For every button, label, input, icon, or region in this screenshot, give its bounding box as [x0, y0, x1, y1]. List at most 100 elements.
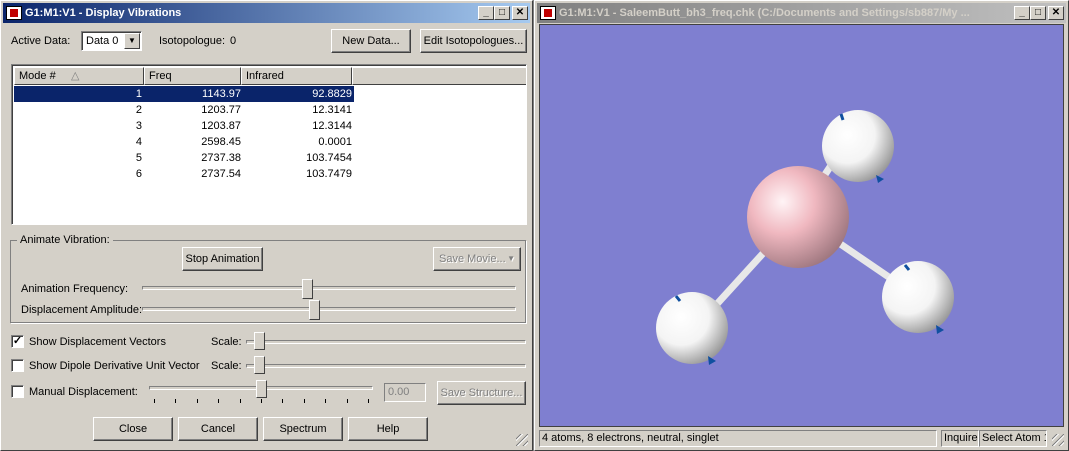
chevron-down-icon[interactable]: ▼ — [124, 33, 140, 49]
isotopologue-label: Isotopologue: — [159, 35, 226, 47]
slider-tick — [261, 399, 262, 403]
maximize-icon[interactable]: □ — [494, 6, 510, 20]
close-button[interactable]: Close — [93, 417, 173, 441]
freq-cell: 2598.45 — [201, 136, 241, 148]
show-displacement-label: Show Displacement Vectors — [29, 336, 166, 348]
column-header-blank — [352, 67, 526, 85]
close-icon[interactable]: ✕ — [512, 6, 528, 20]
displacement-scale-slider[interactable] — [246, 340, 526, 344]
infrared-cell: 0.0001 — [318, 136, 352, 148]
mode-cell: 6 — [135, 168, 142, 180]
stop-animation-button[interactable]: Stop Animation — [182, 247, 263, 271]
table-row[interactable]: 4 2598.45 0.0001 — [14, 134, 354, 150]
sort-triangle-icon: △ — [71, 70, 80, 82]
column-header-mode-label: Mode # — [19, 70, 56, 82]
dipole-scale-label: Scale: — [211, 360, 242, 372]
help-button[interactable]: Help — [348, 417, 428, 441]
table-row[interactable]: 6 2737.54 103.7479 — [14, 166, 354, 182]
edit-isotopologues-button[interactable]: Edit Isotopologues... — [420, 29, 527, 53]
molecule-canvas[interactable] — [540, 25, 1064, 427]
display-vibrations-window: G1:M1:V1 - Display Vibrations _ □ ✕ Acti… — [0, 0, 533, 451]
infrared-cell: 92.8829 — [312, 88, 352, 100]
displacement-amplitude-slider[interactable] — [142, 307, 516, 311]
show-dipole-checkbox[interactable] — [11, 359, 24, 372]
displacement-scale-label: Scale: — [211, 336, 242, 348]
hydrogen-atom[interactable] — [822, 110, 894, 182]
animation-frequency-label: Animation Frequency: — [21, 283, 128, 295]
close-icon[interactable]: ✕ — [1048, 6, 1064, 20]
slider-tick — [175, 399, 177, 403]
slider-tick — [282, 399, 284, 403]
show-displacement-checkbox[interactable]: ✓ — [11, 335, 24, 348]
inquire-status: Inquire — [941, 430, 979, 447]
column-header-infrared[interactable]: Infrared — [241, 67, 352, 85]
manual-displacement-slider-thumb[interactable] — [255, 380, 267, 398]
title-bar[interactable]: G1:M1:V1 - Display Vibrations _ □ ✕ — [3, 3, 530, 23]
slider-tick — [196, 399, 198, 403]
title-bar[interactable]: G1:M1:V1 - SaleemButt_bh3_freq.chk (C:/D… — [537, 3, 1066, 23]
mode-cell: 2 — [135, 104, 142, 116]
infrared-cell: 12.3141 — [312, 104, 352, 116]
resize-grip-icon[interactable] — [1052, 434, 1064, 446]
manual-displacement-field: 0.00 — [384, 383, 426, 402]
dipole-scale-slider-thumb[interactable] — [254, 356, 266, 374]
mode-cell: 1 — [135, 88, 142, 100]
animation-frequency-slider-thumb[interactable] — [301, 279, 313, 299]
displacement-vector-arrow — [876, 175, 884, 183]
app-icon — [540, 6, 556, 20]
molecule-view-window: G1:M1:V1 - SaleemButt_bh3_freq.chk (C:/D… — [534, 0, 1069, 451]
table-row[interactable]: 1 1143.97 92.8829 — [13, 85, 355, 103]
spectrum-button[interactable]: Spectrum — [263, 417, 343, 441]
minimize-icon[interactable]: _ — [478, 6, 494, 20]
dipole-scale-slider[interactable] — [246, 364, 526, 368]
freq-cell: 1203.77 — [201, 104, 241, 116]
active-data-label: Active Data: — [11, 35, 71, 47]
show-dipole-label: Show Dipole Derivative Unit Vector — [29, 360, 200, 372]
manual-displacement-checkbox[interactable] — [11, 385, 24, 398]
freq-cell: 2737.54 — [201, 168, 241, 180]
table-row[interactable]: 2 1203.77 12.3141 — [14, 102, 354, 118]
maximize-icon[interactable]: □ — [1030, 6, 1046, 20]
active-data-select[interactable]: Data 0 ▼ — [81, 31, 142, 51]
save-movie-label: Save Movie... — [439, 253, 506, 265]
minimize-icon[interactable]: _ — [1014, 6, 1030, 20]
displacement-scale-slider-thumb[interactable] — [254, 332, 266, 350]
animate-vibration-title: Animate Vibration: — [17, 234, 113, 246]
manual-displacement-label: Manual Displacement: — [29, 386, 138, 398]
hydrogen-atom[interactable] — [656, 292, 728, 364]
freq-cell: 1203.87 — [201, 120, 241, 132]
save-movie-button: Save Movie... ▼ — [433, 247, 521, 271]
displacement-vector-arrow — [936, 325, 944, 334]
table-row[interactable]: 5 2737.38 103.7454 — [14, 150, 354, 166]
cancel-button[interactable]: Cancel — [178, 417, 258, 441]
column-header-mode[interactable]: Mode # △ — [14, 67, 144, 85]
new-data-button[interactable]: New Data... — [331, 29, 411, 53]
resize-grip-icon[interactable] — [516, 434, 528, 446]
displacement-amplitude-slider-thumb[interactable] — [308, 300, 320, 320]
isotopologue-value: 0 — [230, 35, 237, 47]
infrared-cell: 103.7479 — [306, 168, 352, 180]
save-structure-button: Save Structure... — [437, 381, 526, 405]
displacement-vector — [839, 113, 845, 121]
dropdown-arrow-icon: ▼ — [507, 254, 515, 263]
select-atom-status: Select Atom 1 — [979, 430, 1047, 447]
slider-tick — [325, 399, 327, 403]
animation-frequency-slider[interactable] — [142, 286, 516, 290]
infrared-cell: 12.3144 — [312, 120, 352, 132]
mode-cell: 4 — [135, 136, 142, 148]
table-row[interactable]: 3 1203.87 12.3144 — [14, 118, 354, 134]
app-icon — [6, 6, 22, 20]
window-title: G1:M1:V1 - Display Vibrations — [25, 7, 182, 19]
infrared-cell: 103.7454 — [306, 152, 352, 164]
modes-list[interactable]: Mode # △ Freq Infrared 1 1143.97 92.8829 2 1… — [11, 64, 527, 225]
displacement-amplitude-label: Displacement Amplitude: — [21, 304, 143, 316]
molecule-viewport[interactable] — [539, 24, 1064, 427]
window-title: G1:M1:V1 - SaleemButt_bh3_freq.chk (C:/D… — [559, 7, 970, 19]
slider-tick — [303, 399, 305, 403]
boron-atom[interactable] — [747, 166, 849, 268]
column-header-freq[interactable]: Freq — [144, 67, 241, 85]
hydrogen-atom[interactable] — [882, 261, 954, 333]
mode-cell: 5 — [135, 152, 142, 164]
active-data-value: Data 0 — [86, 35, 119, 47]
freq-cell: 2737.38 — [201, 152, 241, 164]
